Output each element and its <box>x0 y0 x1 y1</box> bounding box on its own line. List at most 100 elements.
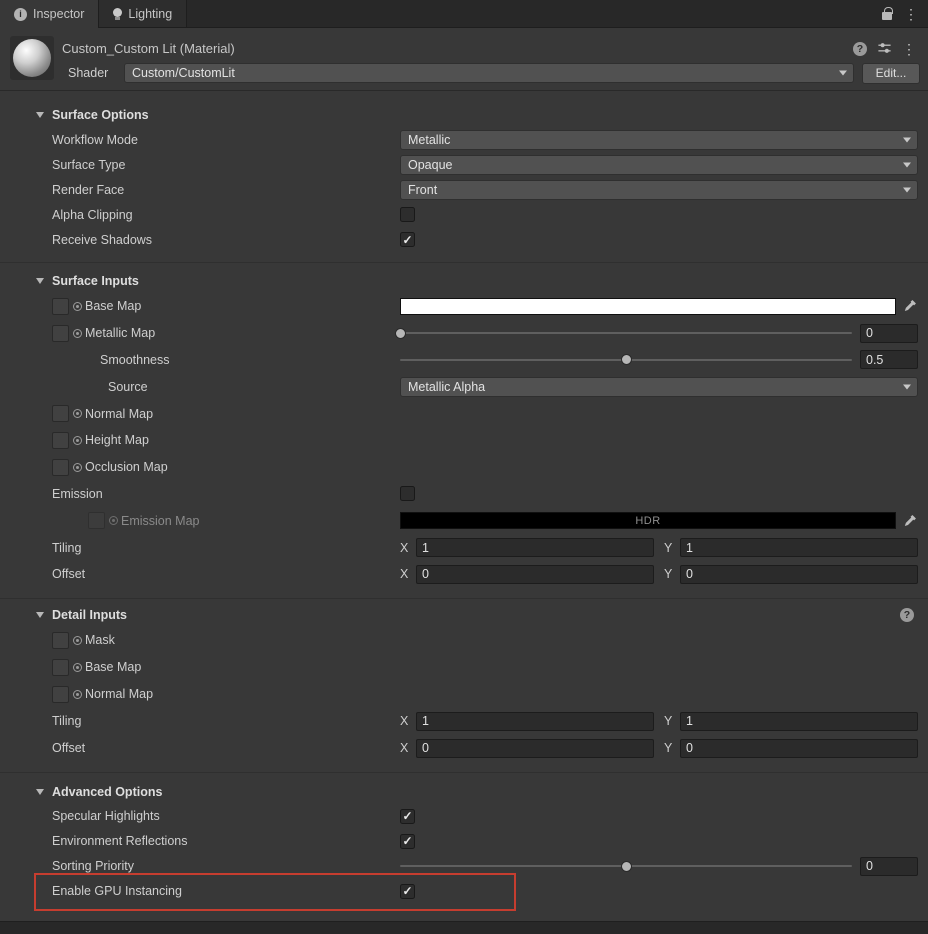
base-color-swatch[interactable] <box>400 297 896 315</box>
alpha-clipping-checkbox[interactable] <box>400 207 415 222</box>
detail-normal-map-row: Normal Map <box>0 681 928 708</box>
metallic-value-field[interactable] <box>860 323 918 343</box>
detail-base-map-label: Base Map <box>85 660 142 675</box>
lock-icon[interactable] <box>882 6 893 20</box>
object-picker-icon[interactable] <box>73 689 82 699</box>
slider-knob[interactable] <box>620 354 632 366</box>
occlusion-map-row: Occlusion Map <box>0 454 928 481</box>
eyedropper-icon[interactable] <box>902 298 918 314</box>
environment-reflections-checkbox[interactable] <box>400 833 415 849</box>
slider-knob[interactable] <box>620 860 632 872</box>
surface-type-row: Surface Type Opaque <box>0 152 928 177</box>
occlusion-map-texture-slot[interactable] <box>52 458 69 476</box>
detail-tiling-x-field[interactable] <box>416 711 654 731</box>
section-title: Advanced Options <box>52 784 163 799</box>
render-face-dropdown[interactable]: Front <box>400 179 918 200</box>
detail-offset-x-field[interactable] <box>416 738 654 758</box>
material-preview[interactable] <box>10 36 54 80</box>
object-picker-icon[interactable] <box>73 328 82 338</box>
chevron-down-icon <box>839 70 847 76</box>
object-picker-icon[interactable] <box>73 435 82 445</box>
smoothness-slider[interactable] <box>400 353 852 367</box>
lightbulb-icon <box>113 8 123 20</box>
smoothness-value-field[interactable] <box>860 350 918 370</box>
shader-label: Shader <box>68 66 109 80</box>
metallic-map-label: Metallic Map <box>85 326 156 341</box>
object-picker-icon[interactable] <box>73 635 82 645</box>
tab-inspector[interactable]: i Inspector <box>0 0 100 28</box>
enable-gpu-instancing-row: Enable GPU Instancing <box>0 879 928 904</box>
smoothness-label: Smoothness <box>100 352 170 367</box>
x-axis-label: X <box>400 741 409 756</box>
sorting-priority-value-field[interactable] <box>860 856 918 876</box>
metallic-map-texture-slot[interactable] <box>52 324 69 342</box>
y-axis-label: Y <box>664 741 673 756</box>
material-title: Custom_Custom Lit (Material) <box>62 41 235 56</box>
base-map-texture-slot[interactable] <box>52 297 69 315</box>
hdr-badge: HDR <box>635 514 661 527</box>
detail-tiling-row: Tiling X Y <box>0 708 928 735</box>
help-icon[interactable]: ? <box>853 41 867 56</box>
object-picker-icon[interactable] <box>73 462 82 472</box>
menu-icon[interactable]: ⋮ <box>904 7 918 21</box>
object-picker-icon[interactable] <box>109 516 118 526</box>
occlusion-map-label: Occlusion Map <box>85 460 168 475</box>
emission-map-texture-slot[interactable] <box>88 512 105 530</box>
workflow-mode-dropdown[interactable]: Metallic <box>400 129 918 150</box>
surface-type-dropdown[interactable]: Opaque <box>400 154 918 175</box>
specular-highlights-checkbox[interactable] <box>400 808 415 824</box>
detail-inputs-header[interactable]: Detail Inputs ? <box>0 603 928 627</box>
base-map-row: Base Map <box>0 293 928 320</box>
detail-tiling-y-field[interactable] <box>680 711 918 731</box>
detail-normal-map-texture-slot[interactable] <box>52 685 69 703</box>
tiling-x-field[interactable] <box>416 538 654 558</box>
surface-inputs-header[interactable]: Surface Inputs <box>0 269 928 293</box>
advanced-options-header[interactable]: Advanced Options <box>0 780 928 804</box>
enable-gpu-instancing-checkbox[interactable] <box>400 883 415 899</box>
menu-icon[interactable]: ⋮ <box>902 42 916 56</box>
render-face-label: Render Face <box>52 182 125 197</box>
emission-color-swatch[interactable]: HDR <box>400 512 896 530</box>
workflow-mode-row: Workflow Mode Metallic <box>0 127 928 152</box>
info-icon: i <box>14 7 27 21</box>
base-map-label: Base Map <box>85 299 142 314</box>
detail-mask-row: Mask <box>0 627 928 654</box>
shader-dropdown[interactable]: Custom/CustomLit <box>124 63 854 83</box>
enable-gpu-instancing-label: Enable GPU Instancing <box>52 884 182 899</box>
slider-track <box>400 332 852 335</box>
dropdown-value: Metallic <box>408 132 451 147</box>
offset-x-field[interactable] <box>416 564 654 584</box>
eyedropper-icon[interactable] <box>902 513 918 529</box>
tiling-row: Tiling X Y <box>0 534 928 561</box>
section-title: Surface Inputs <box>52 274 139 288</box>
emission-row: Emission <box>0 481 928 508</box>
normal-map-texture-slot[interactable] <box>52 405 69 423</box>
tiling-y-field[interactable] <box>680 538 918 558</box>
height-map-texture-slot[interactable] <box>52 431 69 449</box>
tiling-label: Tiling <box>52 540 82 555</box>
object-picker-icon[interactable] <box>73 301 82 311</box>
smoothness-source-dropdown[interactable]: Metallic Alpha <box>400 376 918 397</box>
help-icon[interactable]: ? <box>900 607 914 622</box>
mask-texture-slot[interactable] <box>52 631 69 649</box>
slider-knob[interactable] <box>394 327 406 339</box>
tab-lighting[interactable]: Lighting <box>99 0 188 27</box>
emission-checkbox[interactable] <box>400 486 415 502</box>
foldout-icon <box>36 611 44 618</box>
detail-base-map-texture-slot[interactable] <box>52 658 69 676</box>
tiling-label: Tiling <box>52 714 82 729</box>
edit-shader-button[interactable]: Edit... <box>862 62 920 84</box>
receive-shadows-row: Receive Shadows <box>0 227 928 252</box>
presets-icon[interactable] <box>877 41 892 56</box>
offset-label: Offset <box>52 567 86 582</box>
object-picker-icon[interactable] <box>73 662 82 672</box>
detail-offset-y-field[interactable] <box>680 738 918 758</box>
object-picker-icon[interactable] <box>73 409 82 419</box>
sorting-priority-slider[interactable] <box>400 859 852 873</box>
receive-shadows-checkbox[interactable] <box>400 232 415 247</box>
offset-y-field[interactable] <box>680 564 918 584</box>
metallic-slider[interactable] <box>394 326 852 340</box>
chevron-down-icon <box>903 187 911 192</box>
foldout-icon <box>36 278 44 284</box>
surface-options-header[interactable]: Surface Options <box>0 103 928 127</box>
